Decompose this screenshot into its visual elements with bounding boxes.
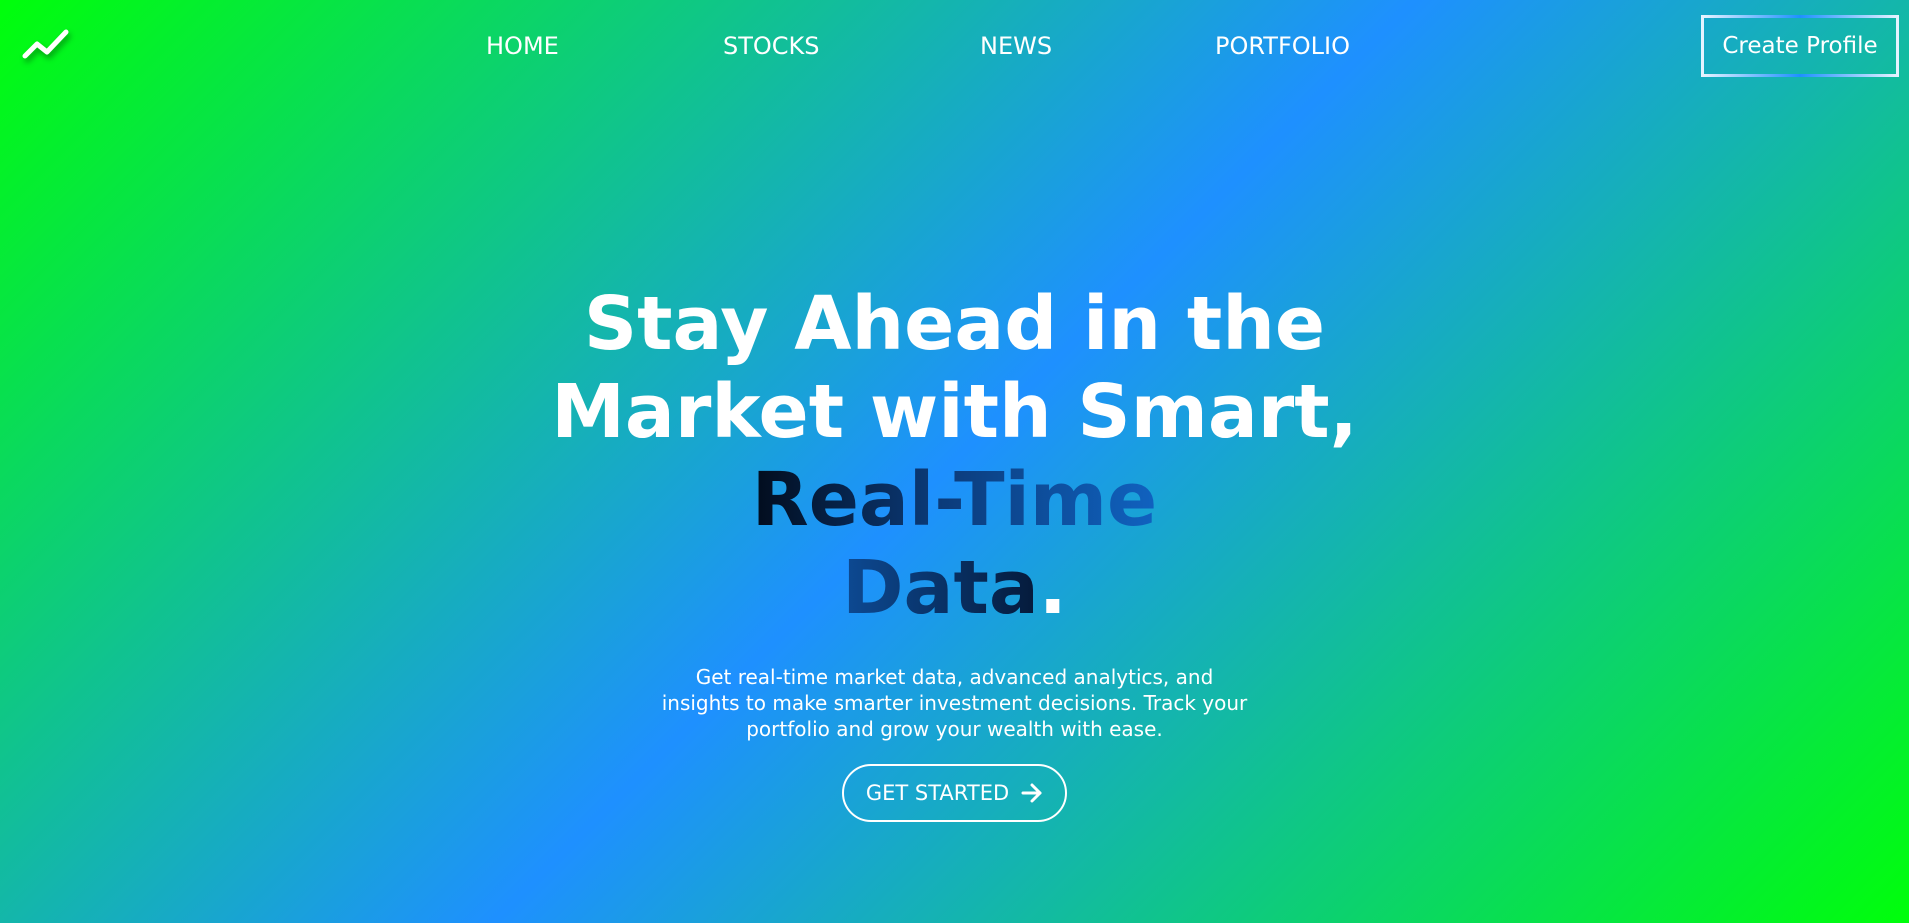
create-profile-button[interactable]: Create Profile xyxy=(1701,15,1899,77)
arrow-right-icon xyxy=(1021,783,1042,803)
headline-text: Stay Ahead in the Market with Smart, xyxy=(551,281,1358,455)
get-started-label: GET STARTED xyxy=(865,781,1010,805)
nav-item-portfolio[interactable]: PORTFOLIO xyxy=(1215,30,1350,62)
hero-headline: Stay Ahead in the Market with Smart, Rea… xyxy=(465,280,1445,632)
get-started-button[interactable]: GET STARTED xyxy=(841,764,1068,822)
nav-item-home[interactable]: HOME xyxy=(486,30,559,62)
headline-accent-text: Real-Time xyxy=(751,457,1158,543)
headline-accent-data: Data xyxy=(842,545,1039,631)
main-nav: HOME STOCKS NEWS PORTFOLIO xyxy=(0,30,1909,62)
hero-subtitle: Get real-time market data, advanced anal… xyxy=(661,665,1248,741)
nav-item-stocks[interactable]: STOCKS xyxy=(723,30,820,62)
nav-item-news[interactable]: NEWS xyxy=(980,30,1052,62)
headline-period: . xyxy=(1038,545,1067,631)
hero-section: Stay Ahead in the Market with Smart, Rea… xyxy=(0,280,1909,822)
